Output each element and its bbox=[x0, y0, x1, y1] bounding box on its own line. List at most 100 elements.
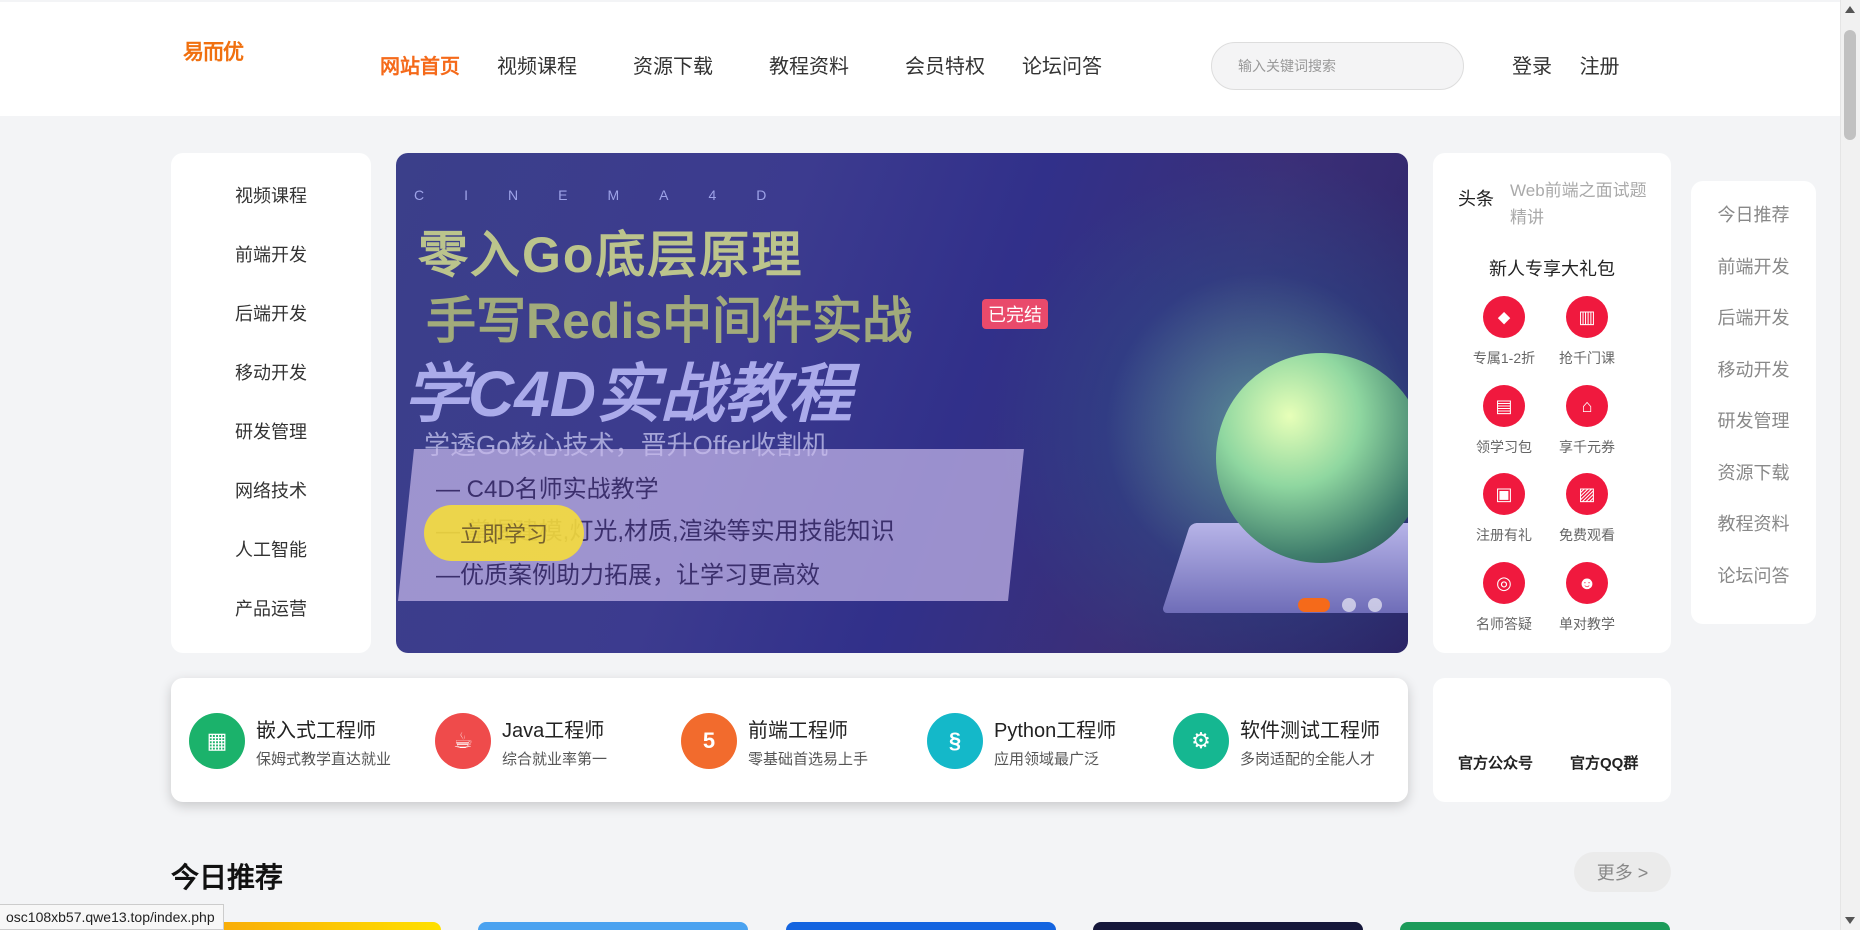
category-item[interactable]: 网络技术 bbox=[171, 477, 371, 536]
gift-item[interactable]: ☻ 单对教学 bbox=[1539, 562, 1635, 634]
test-icon: ⚙ bbox=[1173, 713, 1229, 769]
gift-item-label: 领学习包 bbox=[1476, 439, 1532, 455]
bank-icon: ⌂ bbox=[1566, 385, 1608, 427]
course-card-thumb[interactable] bbox=[1400, 922, 1670, 930]
nav-tutorials[interactable]: 教程资料 bbox=[769, 50, 905, 79]
category-item[interactable]: 视频课程 bbox=[171, 182, 371, 241]
nav-video-courses[interactable]: 视频课程 bbox=[497, 50, 633, 79]
career-name: 前端工程师 bbox=[748, 720, 848, 742]
banner-title-go: 零入Go底层原理 bbox=[418, 227, 804, 283]
java-icon: ☕ bbox=[435, 713, 491, 769]
site-logo[interactable]: 易而优 bbox=[183, 36, 244, 66]
side-menu-item[interactable]: 论坛问答 bbox=[1691, 562, 1816, 614]
nav-home[interactable]: 网站首页 bbox=[380, 50, 497, 79]
career-desc: 零基础首选易上手 bbox=[748, 751, 869, 768]
gift-item-label: 单对教学 bbox=[1559, 616, 1615, 632]
career-name: 软件测试工程师 bbox=[1240, 720, 1380, 742]
auth-links: 登录 注册 bbox=[1512, 50, 1642, 79]
career-desc: 多岗适配的全能人才 bbox=[1240, 751, 1376, 768]
gift-item-label: 免费观看 bbox=[1559, 527, 1615, 543]
floating-side-menu: 今日推荐 前端开发 后端开发 移动开发 研发管理 资源下载 教程资料 论坛问答 bbox=[1691, 181, 1816, 624]
nav-membership[interactable]: 会员特权 bbox=[905, 50, 1022, 79]
gift-item[interactable]: ▤ 领学习包 bbox=[1456, 385, 1552, 457]
category-item[interactable]: 后端开发 bbox=[171, 300, 371, 359]
banner-title-c4d: 学C4D实战教程 bbox=[404, 358, 853, 430]
headline-link[interactable]: Web前端之面试题精讲 bbox=[1510, 177, 1650, 231]
side-menu-item[interactable]: 移动开发 bbox=[1691, 356, 1816, 408]
carousel-dot-active[interactable] bbox=[1298, 598, 1330, 612]
banner-cinema-label: CINEMA4D bbox=[414, 187, 807, 203]
career-name: Java工程师 bbox=[502, 720, 605, 742]
gift-item-label: 名师答疑 bbox=[1476, 616, 1532, 632]
side-menu-item[interactable]: 前端开发 bbox=[1691, 253, 1816, 305]
category-menu: 视频课程 前端开发 后端开发 移动开发 研发管理 网络技术 人工智能 产品运营 bbox=[171, 153, 371, 653]
main-nav: 网站首页 视频课程 资源下载 教程资料 会员特权 论坛问答 bbox=[380, 50, 1122, 79]
career-name: 嵌入式工程师 bbox=[256, 720, 376, 742]
calendar-icon: ▣ bbox=[1483, 473, 1525, 515]
more-button[interactable]: 更多 > bbox=[1574, 852, 1671, 892]
circuit-icon: ▦ bbox=[189, 713, 245, 769]
scroll-down-arrow-icon[interactable] bbox=[1845, 917, 1855, 924]
target-icon: ◎ bbox=[1483, 562, 1525, 604]
career-desc: 保姆式教学直达就业 bbox=[256, 751, 392, 768]
career-desc: 综合就业率第一 bbox=[502, 751, 608, 768]
official-qq-link[interactable]: 官方QQ群 bbox=[1570, 752, 1638, 773]
status-bar-url: osc108xb57.qwe13.top/index.php bbox=[0, 904, 224, 930]
gift-item[interactable]: ◎ 名师答疑 bbox=[1456, 562, 1552, 634]
gift-item[interactable]: ▨ 免费观看 bbox=[1539, 473, 1635, 545]
official-accounts: 官方公众号 官方QQ群 bbox=[1433, 678, 1671, 802]
page-scrollbar[interactable] bbox=[1840, 0, 1860, 930]
career-paths: ▦ 嵌入式工程师 保姆式教学直达就业 ☕ Java工程师 综合就业率第一 5 前… bbox=[171, 678, 1408, 802]
side-menu-item[interactable]: 教程资料 bbox=[1691, 510, 1816, 562]
gift-item[interactable]: ⌂ 享千元券 bbox=[1539, 385, 1635, 457]
scrollbar-thumb[interactable] bbox=[1844, 30, 1856, 140]
search-placeholder: 输入关键词搜索 bbox=[1238, 58, 1336, 74]
register-link[interactable]: 注册 bbox=[1580, 56, 1620, 78]
robot-icon: ☻ bbox=[1566, 562, 1608, 604]
banner-feature-line: — C4D名师实战教学 bbox=[436, 476, 659, 503]
nav-resource-download[interactable]: 资源下载 bbox=[633, 50, 769, 79]
gift-item-label: 专属1-2折 bbox=[1472, 350, 1536, 366]
section-title-today: 今日推荐 bbox=[171, 862, 284, 893]
side-menu-item[interactable]: 后端开发 bbox=[1691, 304, 1816, 356]
image-icon: ▨ bbox=[1566, 473, 1608, 515]
course-card-thumb[interactable] bbox=[478, 922, 748, 930]
hero-banner[interactable]: GO CINEMA4D 零入Go底层原理 手写Redis中间件实战 已完结 学C… bbox=[396, 153, 1408, 653]
category-item[interactable]: 人工智能 bbox=[171, 536, 371, 595]
carousel-dots bbox=[1298, 598, 1394, 612]
top-header: 易而优 网站首页 视频课程 资源下载 教程资料 会员特权 论坛问答 输入关键词搜… bbox=[0, 2, 1840, 116]
side-menu-item[interactable]: 资源下载 bbox=[1691, 459, 1816, 511]
course-card-thumb[interactable] bbox=[786, 922, 1056, 930]
banner-learn-button[interactable]: 立即学习 bbox=[424, 505, 584, 561]
gift-item[interactable]: ▣ 注册有礼 bbox=[1456, 473, 1552, 545]
category-item[interactable]: 移动开发 bbox=[171, 359, 371, 418]
gift-item-label: 注册有礼 bbox=[1476, 527, 1532, 543]
gift-item-label: 享千元券 bbox=[1559, 439, 1615, 455]
scroll-up-arrow-icon[interactable] bbox=[1845, 6, 1855, 13]
course-card-thumb[interactable] bbox=[1093, 922, 1363, 930]
chart-icon: ▥ bbox=[1566, 296, 1608, 338]
login-link[interactable]: 登录 bbox=[1512, 56, 1552, 78]
side-menu-item[interactable]: 今日推荐 bbox=[1691, 201, 1816, 253]
gift-item[interactable]: ⬥ 专属1-2折 bbox=[1456, 296, 1552, 368]
nav-forum[interactable]: 论坛问答 bbox=[1022, 50, 1122, 79]
banner-finished-badge: 已完结 bbox=[982, 299, 1048, 329]
headline-tag: 头条 bbox=[1458, 189, 1494, 209]
carousel-dot[interactable] bbox=[1342, 598, 1356, 612]
book-icon: ▤ bbox=[1483, 385, 1525, 427]
carousel-dot[interactable] bbox=[1368, 598, 1382, 612]
category-item[interactable]: 前端开发 bbox=[171, 241, 371, 300]
python-icon: § bbox=[927, 713, 983, 769]
gift-item-label: 抢千门课 bbox=[1559, 350, 1615, 366]
category-item[interactable]: 产品运营 bbox=[171, 595, 371, 654]
newcomer-gift-panel: 头条 Web前端之面试题精讲 新人专享大礼包 ⬥ 专属1-2折 ▥ 抢千门课 ▤… bbox=[1433, 153, 1671, 653]
career-desc: 应用领域最广泛 bbox=[994, 751, 1100, 768]
career-name: Python工程师 bbox=[994, 720, 1117, 742]
category-item[interactable]: 研发管理 bbox=[171, 418, 371, 477]
official-wechat-link[interactable]: 官方公众号 bbox=[1458, 752, 1533, 773]
html5-icon: 5 bbox=[681, 713, 737, 769]
gift-item[interactable]: ▥ 抢千门课 bbox=[1539, 296, 1635, 368]
side-menu-item[interactable]: 研发管理 bbox=[1691, 407, 1816, 459]
search-input[interactable]: 输入关键词搜索 bbox=[1211, 42, 1464, 90]
gift-title: 新人专享大礼包 bbox=[1489, 259, 1615, 279]
